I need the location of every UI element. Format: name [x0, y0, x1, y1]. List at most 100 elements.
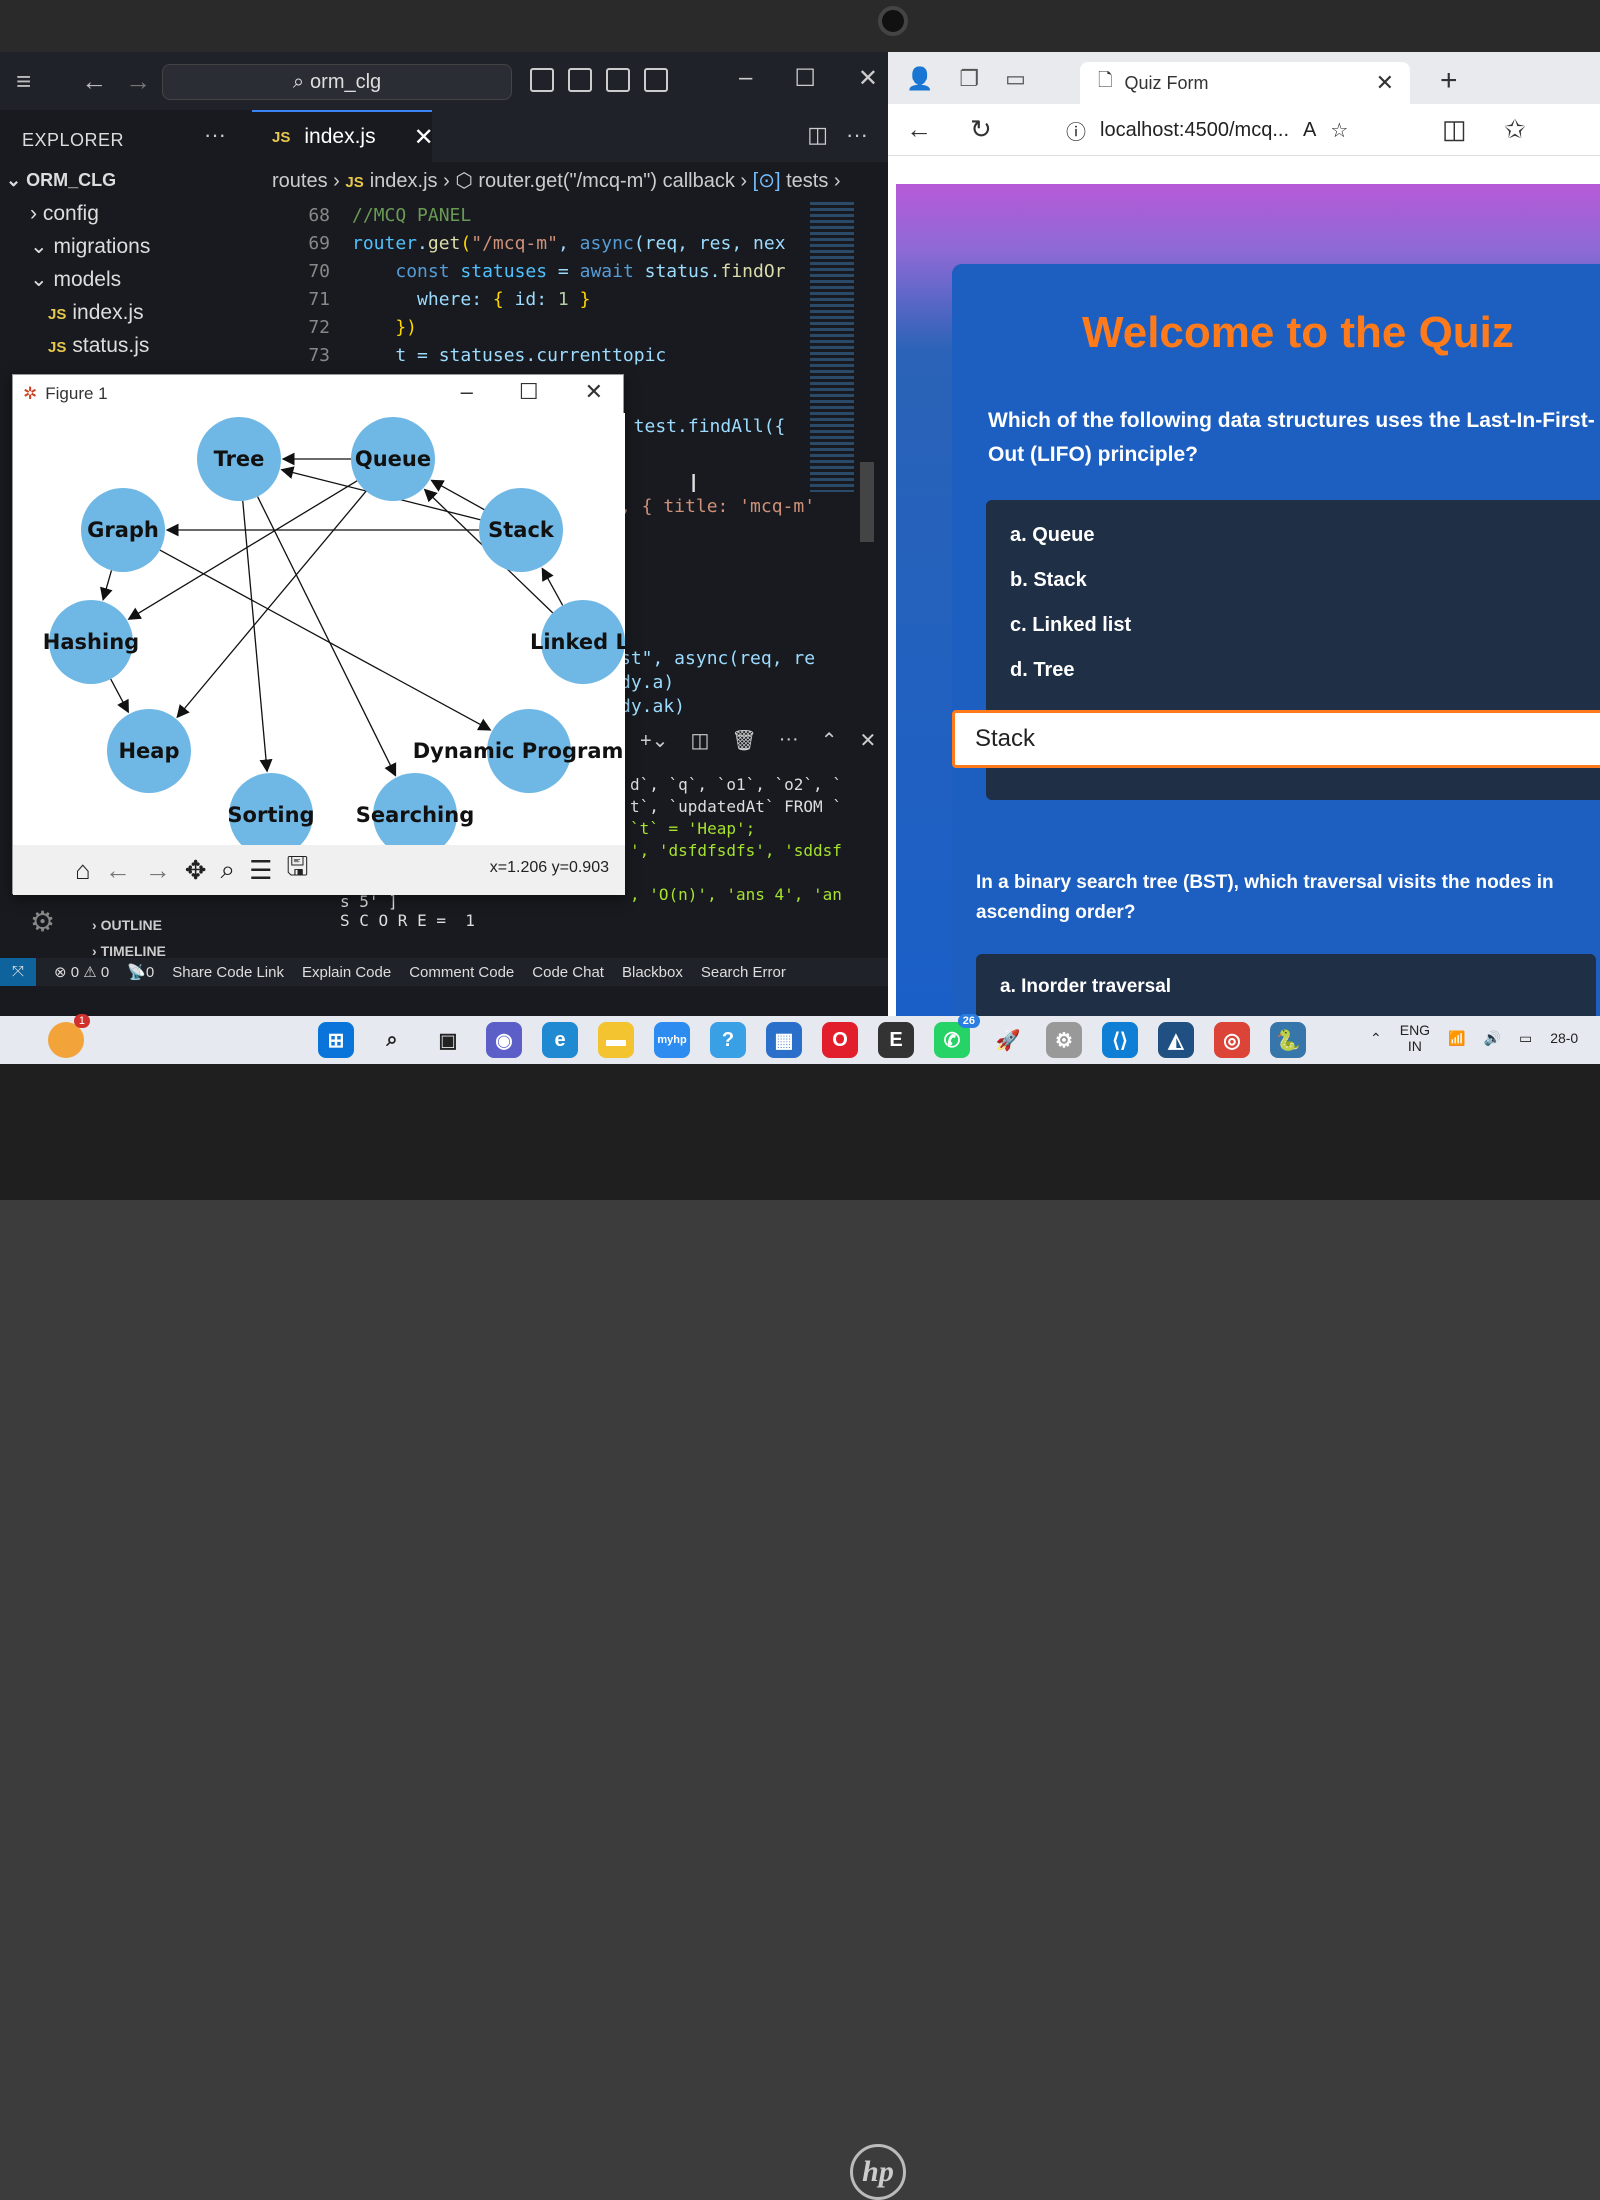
forward-arrow-icon[interactable]: → [145, 855, 171, 886]
vscode-icon[interactable]: ⟨⟩ [1102, 1022, 1138, 1058]
back-arrow-icon[interactable]: ← [906, 114, 932, 145]
myhp-icon[interactable]: myhp [654, 1022, 690, 1058]
search-icon[interactable]: ⌕ [374, 1022, 410, 1058]
edge-icon[interactable]: e [542, 1022, 578, 1058]
more-actions-icon[interactable]: ··· [846, 122, 868, 148]
configure-subplots-icon[interactable]: ☰ [249, 855, 272, 886]
trash-icon[interactable]: 🗑 [731, 728, 756, 764]
settings-app-icon[interactable]: ⚙ [1046, 1022, 1082, 1058]
forward-arrow-icon[interactable]: → [125, 66, 151, 97]
problems-count[interactable]: ⊗ 0 ⚠ 0 [54, 963, 109, 981]
toggle-sidebar-icon[interactable] [530, 68, 554, 92]
tree-item-config[interactable]: › config [0, 197, 250, 230]
menu-icon[interactable]: ≡ [16, 66, 31, 97]
opera-icon[interactable]: O [822, 1022, 858, 1058]
epic-games-icon[interactable]: E [878, 1022, 914, 1058]
whatsapp-icon[interactable]: ✆ 26 [934, 1014, 980, 1058]
figure-canvas[interactable]: Tree Queue Graph Stack Hashing Linked Li Heap D… [13, 413, 625, 845]
tab-index-js[interactable]: JS index.js ✕ [252, 110, 434, 162]
start-icon[interactable]: ⊞ [318, 1022, 354, 1058]
refresh-icon[interactable]: ↻ [970, 114, 992, 145]
graph-node-label: Stack [488, 518, 555, 542]
home-icon[interactable]: ⌂ [75, 855, 91, 886]
mysql-icon[interactable]: ◭ [1158, 1022, 1194, 1058]
python-icon[interactable]: 🐍 [1270, 1022, 1306, 1058]
minimize-icon[interactable]: – [461, 379, 473, 405]
volume-icon[interactable]: 🔊 [1484, 1030, 1501, 1047]
command-center-search[interactable]: ⌕ orm_clg [162, 64, 512, 100]
clock-date[interactable]: 28-0 [1550, 1030, 1578, 1046]
profile-icon[interactable]: 👤 [906, 66, 933, 92]
breadcrumb-file[interactable]: index.js [370, 170, 438, 192]
zoom-icon[interactable]: ⌕ [221, 854, 236, 886]
status-code-chat[interactable]: Code Chat [532, 964, 604, 981]
file-explorer-icon[interactable]: ▬ [598, 1022, 634, 1058]
breadcrumb-symbol[interactable]: router.get("/mcq-m") callback [478, 170, 735, 192]
status-comment-code[interactable]: Comment Code [409, 964, 514, 981]
help-icon[interactable]: ? [710, 1022, 746, 1058]
editor-scrollbar[interactable] [860, 462, 874, 542]
project-folder[interactable]: ⌄ ORM_CLG [0, 164, 250, 197]
favorite-star-icon[interactable]: ☆ [1330, 118, 1348, 143]
task-view-icon[interactable]: ▣ [430, 1022, 466, 1058]
address-bar[interactable]: ⓘ localhost:4500/mcq... A ☆ [1066, 112, 1456, 148]
breadcrumb-folder[interactable]: routes [272, 170, 328, 192]
status-share-code-link[interactable]: Share Code Link [172, 964, 284, 981]
graph-edge [242, 500, 273, 773]
new-tab-icon[interactable]: + [1440, 64, 1458, 98]
battery-icon[interactable]: ▭ [1519, 1030, 1532, 1047]
toggle-panel-icon[interactable] [568, 68, 592, 92]
tree-item-migrations[interactable]: ⌄ migrations [0, 230, 250, 263]
minimap[interactable] [810, 202, 854, 492]
new-terminal-icon[interactable]: +⌄ [640, 728, 668, 764]
maximize-icon[interactable]: ☐ [519, 379, 539, 405]
wifi-icon[interactable]: 📶 [1448, 1030, 1465, 1047]
remote-icon[interactable]: ⤧ [0, 958, 36, 986]
split-editor-icon[interactable]: ◫ [807, 122, 828, 148]
tab-actions-icon[interactable]: ▭ [1005, 66, 1026, 92]
status-blackbox[interactable]: Blackbox [622, 964, 683, 981]
more-actions-icon[interactable]: ··· [204, 122, 226, 148]
collections-icon[interactable]: ❐ [959, 66, 979, 92]
gear-icon[interactable]: ⚙ [30, 905, 61, 938]
graph-node-label: Graph [87, 518, 159, 542]
tree-item-index-js[interactable]: JS index.js [0, 296, 250, 329]
save-icon[interactable]: 🖫 [286, 848, 308, 892]
graph-node-label: Dynamic Programm [413, 739, 625, 763]
language-indicator[interactable]: ENG IN [1400, 1022, 1430, 1054]
minimize-icon[interactable]: – [739, 64, 752, 93]
pan-icon[interactable]: ✥ [185, 855, 207, 886]
close-panel-icon[interactable]: ✕ [859, 728, 876, 764]
close-icon[interactable]: ✕ [858, 64, 878, 93]
split-terminal-icon[interactable]: ◫ [690, 728, 709, 764]
tree-item-models[interactable]: ⌄ models [0, 263, 250, 296]
split-screen-icon[interactable]: ◫ [1442, 114, 1467, 145]
tree-item-status-js[interactable]: JS status.js [0, 329, 250, 362]
more-actions-icon[interactable]: ··· [779, 728, 799, 764]
status-explain-code[interactable]: Explain Code [302, 964, 391, 981]
maximize-icon[interactable]: ☐ [794, 64, 816, 93]
maximize-panel-icon[interactable]: ⌃ [821, 728, 838, 764]
chat-icon[interactable]: ◉ [486, 1022, 522, 1058]
chevron-up-icon[interactable]: ⌃ [1370, 1030, 1382, 1047]
tab-quiz-form[interactable]: 🗋 Quiz Form ✕ [1080, 62, 1410, 104]
close-tab-icon[interactable]: ✕ [1376, 70, 1394, 96]
back-arrow-icon[interactable]: ← [105, 855, 131, 886]
read-aloud-icon[interactable]: A [1303, 119, 1316, 142]
code-editor[interactable]: //MCQ PANEL router.get("/mcq-m", async(re… [352, 202, 812, 370]
status-search-error[interactable]: Search Error [701, 964, 786, 981]
close-tab-icon[interactable]: ✕ [414, 123, 434, 152]
toggle-secondary-sidebar-icon[interactable] [606, 68, 630, 92]
outline-section[interactable]: › OUTLINE [92, 912, 166, 938]
answer-input[interactable]: Stack [952, 710, 1600, 768]
favorites-icon[interactable]: ✩ [1504, 114, 1526, 145]
close-icon[interactable]: ✕ [585, 379, 603, 405]
customize-layout-icon[interactable] [644, 68, 668, 92]
back-arrow-icon[interactable]: ← [81, 66, 107, 97]
chrome-icon[interactable]: ◎ [1214, 1022, 1250, 1058]
rocket-icon[interactable]: 🚀 [990, 1022, 1026, 1058]
store-icon[interactable]: ▦ [766, 1022, 802, 1058]
weather-widget[interactable]: 1 [48, 1014, 90, 1058]
ports-count[interactable]: 📡0 [127, 963, 154, 981]
breadcrumb-var[interactable]: tests [786, 170, 828, 192]
